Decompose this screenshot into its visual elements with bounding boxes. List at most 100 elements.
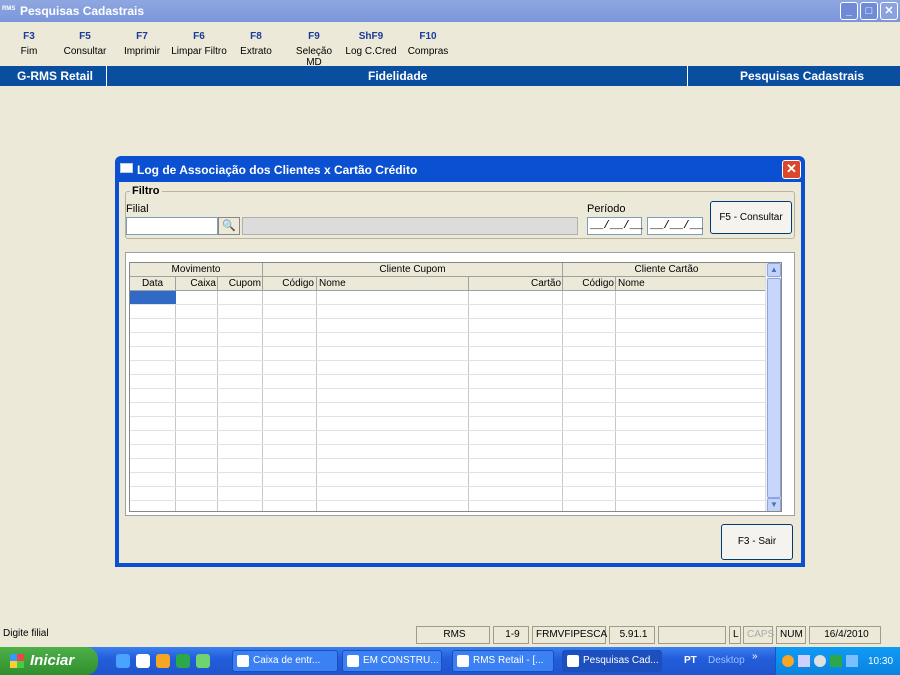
column-header-codigo-cupom[interactable]: Código — [263, 277, 317, 291]
minimize-button[interactable]: _ — [840, 2, 858, 20]
fkey-f9-selecao-md[interactable]: F9 Seleção MD — [287, 31, 341, 68]
grid-vertical-scrollbar[interactable]: ▲ ▼ — [765, 263, 781, 511]
column-header-data[interactable]: Data — [130, 277, 176, 291]
fkey-f8-extrato[interactable]: F8 Extrato — [235, 31, 277, 57]
fkey-key: ShF9 — [358, 31, 384, 42]
exit-button[interactable]: F3 - Sair — [721, 524, 793, 560]
group-header-cliente-cartao: Cliente Cartão — [563, 263, 771, 277]
outlook-icon[interactable] — [136, 654, 150, 668]
row-gridline — [130, 304, 770, 305]
tray-icon[interactable] — [798, 655, 810, 667]
fkey-label: Consultar — [63, 46, 107, 57]
group-header-movimento: Movimento — [130, 263, 263, 277]
task-em-construcao[interactable]: EM CONSTRU... — [342, 650, 442, 672]
windows-flag-icon — [10, 654, 24, 668]
status-system: RMS — [416, 626, 490, 644]
group-header-cliente-cupom: Cliente Cupom — [263, 263, 563, 277]
start-button[interactable]: Iniciar — [0, 647, 98, 675]
scroll-up-icon[interactable]: ▲ — [767, 263, 781, 277]
fkey-key: F5 — [79, 31, 91, 42]
tray-icon[interactable] — [782, 655, 794, 667]
desktop-toolbar[interactable]: Desktop — [708, 655, 745, 666]
ie-icon[interactable] — [116, 654, 130, 668]
dialog-titlebar: Log de Associação dos Clientes x Cartão … — [115, 156, 805, 182]
filter-legend: Filtro — [130, 185, 162, 197]
status-l: L — [729, 626, 741, 644]
task-label: Caixa de entr... — [253, 655, 321, 666]
column-header-codigo-cartao[interactable]: Código — [563, 277, 616, 291]
task-label: Pesquisas Cad... — [583, 655, 659, 666]
rms-icon[interactable] — [176, 654, 190, 668]
fkey-key: F7 — [136, 31, 148, 42]
fkey-f7-imprimir[interactable]: F7 Imprimir — [120, 31, 164, 57]
row-gridline — [130, 360, 770, 361]
fkey-key: F9 — [308, 31, 320, 42]
dialog-title: Log de Associação dos Clientes x Cartão … — [137, 163, 418, 177]
periodo-label: Período — [587, 203, 626, 215]
outlook-task-icon — [237, 655, 249, 667]
column-divider — [217, 291, 218, 511]
fkey-key: F6 — [193, 31, 205, 42]
dialog-close-button[interactable]: ✕ — [782, 160, 801, 179]
fkey-label: Fim — [20, 46, 38, 57]
window-icon — [120, 163, 133, 173]
consult-button[interactable]: F5 - Consultar — [710, 201, 792, 234]
log-dialog: Log de Associação dos Clientes x Cartão … — [115, 156, 805, 567]
fkey-f6-limpar-filtro[interactable]: F6 Limpar Filtro — [170, 31, 228, 57]
row-gridline — [130, 318, 770, 319]
column-header-caixa[interactable]: Caixa — [176, 277, 218, 291]
fkey-f5-consultar[interactable]: F5 Consultar — [60, 31, 110, 57]
fkey-f10-compras[interactable]: F10 Compras — [405, 31, 451, 57]
binoculars-search-icon[interactable]: 🔍 — [218, 217, 240, 235]
column-header-nome-cupom[interactable]: Nome — [317, 277, 469, 291]
tray-icon[interactable] — [846, 655, 858, 667]
periodo-from-input[interactable]: __/__/__ — [587, 217, 643, 235]
module-name: Fidelidade — [368, 69, 428, 83]
language-indicator[interactable]: PT — [684, 655, 697, 666]
column-divider — [615, 291, 616, 511]
desktop-icon[interactable] — [196, 654, 210, 668]
start-label: Iniciar — [30, 652, 75, 669]
close-window-button[interactable]: ✕ — [880, 2, 898, 20]
status-form: FRMVFIPESCA — [532, 626, 607, 644]
rms-task-icon — [457, 655, 469, 667]
status-date: 16/4/2010 — [809, 626, 881, 644]
module-screen-name: Pesquisas Cadastrais — [740, 69, 865, 83]
window-title: Pesquisas Cadastrais — [20, 4, 145, 18]
fkey-f3-fim[interactable]: F3 Fim — [15, 31, 43, 57]
column-header-cartao[interactable]: Cartão — [469, 277, 563, 291]
tray-icon[interactable] — [830, 655, 842, 667]
status-version: 5.91.1 — [609, 626, 655, 644]
selected-cell[interactable] — [130, 291, 176, 304]
status-bar: Digite filial RMS 1-9 FRMVFIPESCA 5.91.1… — [0, 625, 900, 645]
row-gridline — [130, 458, 770, 459]
filial-label: Filial — [126, 203, 149, 215]
maximize-button[interactable]: □ — [860, 2, 878, 20]
tray-clock[interactable]: 10:30 — [868, 656, 893, 667]
toolbar-chevron-icon[interactable]: » — [752, 651, 758, 662]
row-gridline — [130, 416, 770, 417]
task-rms-retail[interactable]: RMS Retail - [... — [452, 650, 554, 672]
status-message: Digite filial — [3, 628, 49, 639]
status-range: 1-9 — [493, 626, 529, 644]
filial-input[interactable] — [126, 217, 218, 235]
task-caixa-entrada[interactable]: Caixa de entr... — [232, 650, 338, 672]
status-caps: CAPS — [743, 626, 774, 644]
scroll-thumb[interactable] — [767, 278, 781, 498]
column-divider — [175, 291, 176, 511]
module-divider — [106, 66, 107, 86]
fkey-shf9-log-ccred[interactable]: ShF9 Log C.Cred — [344, 31, 398, 57]
row-gridline — [130, 346, 770, 347]
tray-icon[interactable] — [814, 655, 826, 667]
periodo-to-input[interactable]: __/__/__ — [647, 217, 703, 235]
fkey-label: Seleção MD — [295, 46, 333, 68]
row-gridline — [130, 444, 770, 445]
status-empty — [658, 626, 726, 644]
column-header-cupom[interactable]: Cupom — [218, 277, 263, 291]
scroll-down-icon[interactable]: ▼ — [767, 498, 781, 511]
task-pesquisas-cadastrais[interactable]: Pesquisas Cad... — [562, 650, 662, 672]
log-grid[interactable]: Movimento Cliente Cupom Cliente Cartão D… — [129, 262, 782, 512]
column-header-nome-cartao[interactable]: Nome — [616, 277, 771, 291]
word-task-icon — [347, 655, 359, 667]
media-icon[interactable] — [156, 654, 170, 668]
